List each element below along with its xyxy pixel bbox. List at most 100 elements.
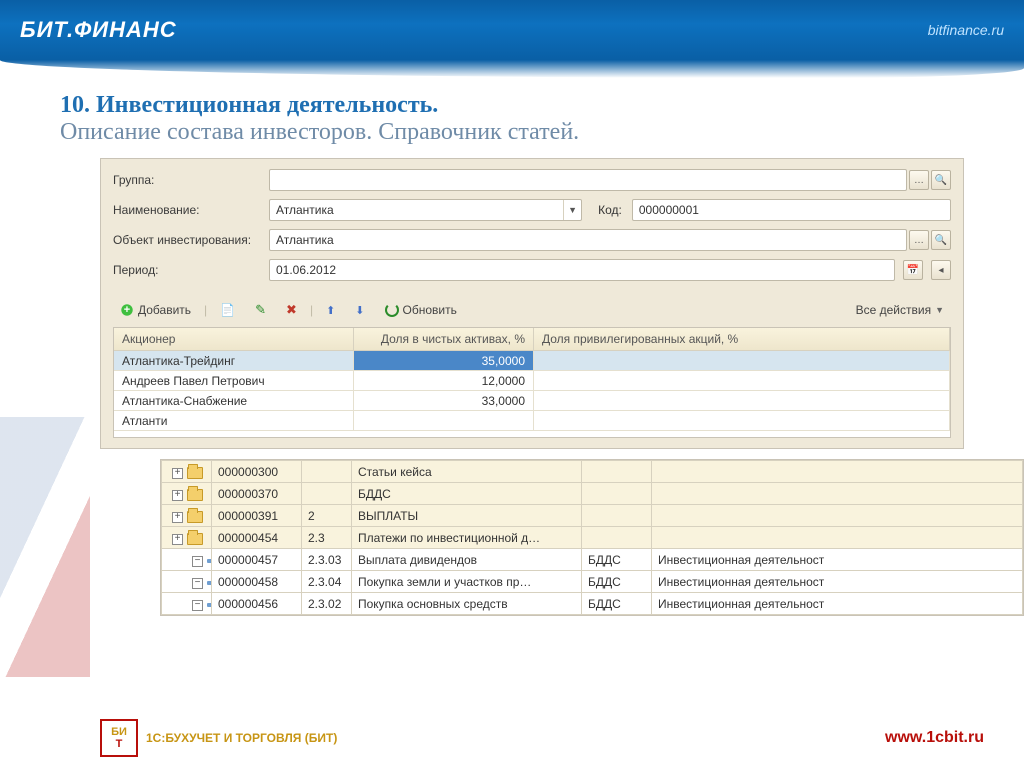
- col-net-share[interactable]: Доля в чистых активах, %: [354, 328, 534, 350]
- label-code: Код:: [598, 203, 622, 217]
- tree-cell-code: 000000300: [212, 461, 302, 483]
- tree-cell-type: БДДС: [582, 593, 652, 615]
- tree-cell-act: [652, 483, 1023, 505]
- articles-tree: +000000300Статьи кейса+000000370БДДС+000…: [160, 459, 1024, 616]
- group-input[interactable]: [269, 169, 907, 191]
- tree-cell-act: [652, 505, 1023, 527]
- tree-cell-name: БДДС: [352, 483, 582, 505]
- tree-cell-name: Покупка основных средств: [352, 593, 582, 615]
- tree-cell-name: Выплата дивидендов: [352, 549, 582, 571]
- slide-heading: 10. Инвестиционная деятельность. Описани…: [0, 78, 1024, 158]
- tree-cell-act: Инвестиционная деятельност: [652, 549, 1023, 571]
- tree-cell-code: 000000370: [212, 483, 302, 505]
- tree-cell-type: [582, 461, 652, 483]
- tree-row[interactable]: +0000003912ВЫПЛАТЫ: [162, 505, 1023, 527]
- tree-cell-type: БДДС: [582, 549, 652, 571]
- banner-wave: [0, 60, 1024, 78]
- shareholders-grid: Акционер Доля в чистых активах, % Доля п…: [113, 327, 951, 438]
- label-period: Период:: [113, 263, 263, 277]
- period-input[interactable]: 01.06.2012: [269, 259, 895, 281]
- label-object: Объект инвестирования:: [113, 233, 263, 247]
- object-input[interactable]: Атлантика: [269, 229, 907, 251]
- chevron-down-icon: ▼: [935, 305, 944, 315]
- table-row[interactable]: Атлантика-Снабжение 33,0000: [114, 391, 950, 411]
- tree-cell-type: [582, 527, 652, 549]
- move-up-button[interactable]: ⬆: [319, 301, 342, 320]
- chevron-down-icon: ▼: [563, 200, 581, 220]
- collapse-icon[interactable]: −: [192, 600, 203, 611]
- expand-icon[interactable]: +: [172, 512, 183, 523]
- tree-row[interactable]: −0000004572.3.03Выплата дивидендовБДДСИн…: [162, 549, 1023, 571]
- tree-row[interactable]: +000000300 Статьи кейса: [162, 461, 1023, 483]
- tree-cell-num: 2.3: [302, 527, 352, 549]
- refresh-button[interactable]: Обновить: [378, 300, 464, 320]
- arrow-down-icon: ⬇: [355, 304, 364, 317]
- pencil-icon: ✎: [255, 302, 266, 318]
- table-row[interactable]: Атлантика-Трейдинг 35,0000: [114, 351, 950, 371]
- refresh-icon: [385, 303, 399, 317]
- tree-row[interactable]: +0000004542.3Платежи по инвестиционной д…: [162, 527, 1023, 549]
- object-search-button[interactable]: 🔍: [931, 230, 951, 250]
- add-button[interactable]: Добавить: [113, 300, 198, 320]
- tree-cell-type: БДДС: [582, 571, 652, 593]
- folder-icon: [187, 489, 203, 501]
- tree-cell-code: 000000454: [212, 527, 302, 549]
- grid-header: Акционер Доля в чистых активах, % Доля п…: [114, 328, 950, 351]
- top-banner: БИТ.ФИНАНС bitfinance.ru: [0, 0, 1024, 60]
- tree-cell-num: 2: [302, 505, 352, 527]
- item-icon: [207, 603, 212, 607]
- logo-text: 1С:БУХУЧЕТ И ТОРГОВЛЯ (БИТ): [146, 731, 337, 745]
- group-select-button[interactable]: …: [909, 170, 929, 190]
- expand-icon[interactable]: +: [172, 490, 183, 501]
- tree-cell-num: 2.3.02: [302, 593, 352, 615]
- name-select[interactable]: Атлантика ▼: [269, 199, 582, 221]
- heading-line1: 10. Инвестиционная деятельность.: [60, 92, 438, 118]
- divider: |: [310, 303, 313, 317]
- expand-icon[interactable]: +: [172, 534, 183, 545]
- tree-cell-name: Статьи кейса: [352, 461, 582, 483]
- table-row[interactable]: Андреев Павел Петрович 12,0000: [114, 371, 950, 391]
- tree-cell-code: 000000391: [212, 505, 302, 527]
- all-actions-button[interactable]: Все действия ▼: [849, 300, 951, 320]
- table-row[interactable]: Атланти: [114, 411, 950, 431]
- tree-row[interactable]: +000000370 БДДС: [162, 483, 1023, 505]
- folder-icon: [187, 533, 203, 545]
- delete-button[interactable]: ✖: [279, 299, 304, 321]
- logo-mark: БИТ: [100, 719, 138, 757]
- tree-cell-act: [652, 527, 1023, 549]
- footer-url: www.1cbit.ru: [885, 729, 984, 747]
- tree-row[interactable]: −0000004582.3.04Покупка земли и участков…: [162, 571, 1023, 593]
- period-step-button[interactable]: ◂: [931, 260, 951, 280]
- folder-icon: [187, 511, 203, 523]
- object-select-button[interactable]: …: [909, 230, 929, 250]
- tree-row[interactable]: −0000004562.3.02Покупка основных средств…: [162, 593, 1023, 615]
- divider: |: [204, 303, 207, 317]
- col-shareholder[interactable]: Акционер: [114, 328, 354, 350]
- col-pref-share[interactable]: Доля привилегированных акций, %: [534, 328, 950, 350]
- collapse-icon[interactable]: −: [192, 556, 203, 567]
- form-panel: Группа: … 🔍 Наименование: Атлантика ▼ Ко…: [100, 158, 964, 449]
- add-icon: [120, 303, 134, 317]
- move-down-button[interactable]: ⬇: [348, 301, 371, 320]
- heading-line2: Описание состава инвесторов. Справочник …: [60, 119, 579, 145]
- tree-cell-type: [582, 483, 652, 505]
- copy-icon: 📄: [220, 303, 235, 317]
- grid-toolbar: Добавить | 📄 ✎ ✖ | ⬆ ⬇ Обновить Все дейс…: [101, 295, 963, 327]
- expand-icon[interactable]: +: [172, 468, 183, 479]
- footer: БИТ 1С:БУХУЧЕТ И ТОРГОВЛЯ (БИТ) www.1cbi…: [0, 719, 1024, 757]
- period-calendar-button[interactable]: 📅: [903, 260, 923, 280]
- copy-button[interactable]: 📄: [213, 300, 242, 320]
- tree-cell-code: 000000457: [212, 549, 302, 571]
- delete-icon: ✖: [286, 302, 297, 318]
- tree-cell-num: [302, 483, 352, 505]
- item-icon: [207, 559, 212, 563]
- tree-cell-name: Платежи по инвестиционной д…: [352, 527, 582, 549]
- group-search-button[interactable]: 🔍: [931, 170, 951, 190]
- tree-cell-num: 2.3.03: [302, 549, 352, 571]
- code-input[interactable]: 000000001: [632, 199, 951, 221]
- item-icon: [207, 581, 212, 585]
- collapse-icon[interactable]: −: [192, 578, 203, 589]
- arrow-up-icon: ⬆: [326, 304, 335, 317]
- edit-button[interactable]: ✎: [248, 299, 273, 321]
- tree-cell-act: Инвестиционная деятельност: [652, 593, 1023, 615]
